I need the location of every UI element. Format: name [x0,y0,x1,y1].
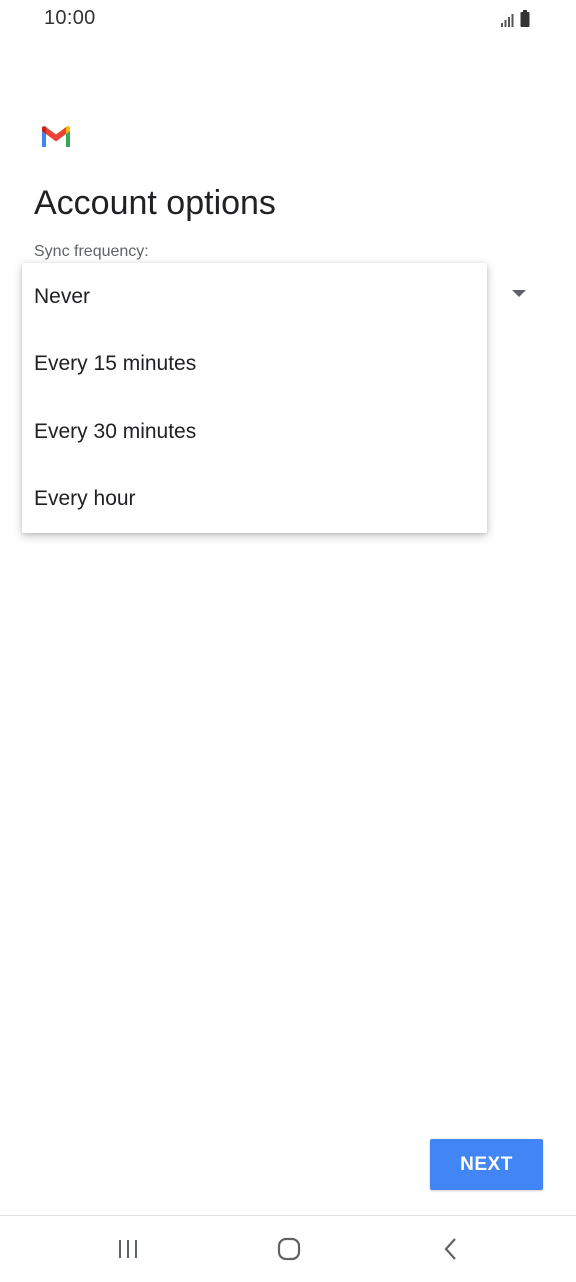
sync-option-every-30-minutes[interactable]: Every 30 minutes [22,398,487,466]
home-icon [277,1237,301,1261]
next-button[interactable]: NEXT [430,1139,543,1190]
home-button[interactable] [269,1234,309,1264]
sync-frequency-label: Sync frequency: [34,243,149,260]
signal-icon [501,14,514,27]
sync-option-every-hour[interactable]: Every hour [22,466,487,534]
recents-icon [119,1240,137,1258]
page-title: Account options [34,184,276,222]
back-icon [444,1238,456,1260]
status-bar: 10:00 [0,0,576,40]
navigation-bar [0,1216,576,1282]
status-icons [500,9,534,29]
gmail-logo-icon [42,126,70,147]
status-time: 10:00 [44,7,96,29]
recents-button[interactable] [108,1234,148,1264]
sync-option-every-15-minutes[interactable]: Every 15 minutes [22,331,487,399]
dropdown-arrow-icon[interactable] [512,290,526,297]
sync-frequency-dropdown-menu: Never Every 15 minutes Every 30 minutes … [22,263,487,533]
back-button[interactable] [431,1234,471,1264]
sync-option-never[interactable]: Never [22,263,487,331]
battery-icon [520,10,530,27]
